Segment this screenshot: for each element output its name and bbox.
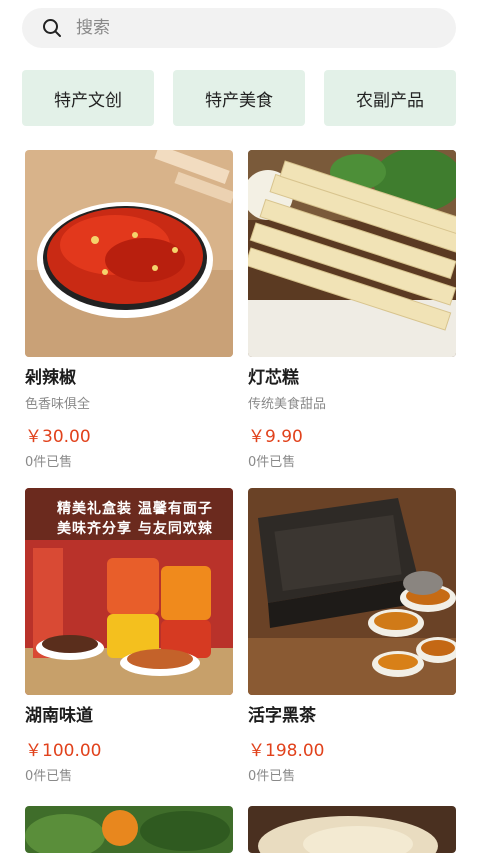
product-image-dish[interactable]: [248, 806, 456, 853]
product-price: ￥9.90: [248, 427, 303, 447]
product-image-chili[interactable]: [25, 150, 233, 357]
product-card[interactable]: 剁辣椒 色香味俱全 ￥30.00 0件已售: [25, 150, 233, 471]
product-description: 传统美食甜品: [248, 397, 327, 412]
product-image-cake[interactable]: [248, 150, 456, 357]
category-button-farm[interactable]: 农副产品: [324, 70, 456, 126]
product-name: 活字黑茶: [248, 706, 316, 726]
search-icon: [42, 18, 62, 38]
category-row: 特产文创 特产美食 农副产品: [22, 70, 456, 126]
product-name: 湖南味道: [25, 706, 93, 726]
product-price: ￥100.00: [25, 741, 102, 761]
product-card[interactable]: 灯芯糕 传统美食甜品 ￥9.90 0件已售: [248, 150, 456, 471]
product-name: 剁辣椒: [25, 368, 76, 388]
product-image-dark-tea[interactable]: [248, 488, 456, 695]
product-card[interactable]: 活字黑茶 ￥198.00 0件已售: [248, 488, 456, 785]
product-image-oranges[interactable]: [25, 806, 233, 853]
product-description: 色香味俱全: [25, 397, 91, 412]
banner-text-line1: 精美礼盒装 温馨有面子: [57, 501, 213, 517]
product-price: ￥198.00: [248, 741, 325, 761]
search-bar[interactable]: [22, 8, 456, 48]
product-card[interactable]: 精美礼盒装 温馨有面子 美味齐分享 与友同欢辣 湖南味道 ￥100.00 0件已…: [25, 488, 233, 785]
banner-text-line2: 美味齐分享 与友同欢辣: [57, 521, 213, 537]
product-sold-count: 0件已售: [25, 455, 73, 470]
product-sold-count: 0件已售: [248, 769, 296, 784]
product-card[interactable]: [248, 806, 456, 853]
category-button-food[interactable]: 特产美食: [173, 70, 305, 126]
product-sold-count: 0件已售: [25, 769, 73, 784]
product-price: ￥30.00: [25, 427, 91, 447]
product-name: 灯芯糕: [248, 368, 299, 388]
category-button-cultural[interactable]: 特产文创: [22, 70, 154, 126]
product-sold-count: 0件已售: [248, 455, 296, 470]
product-card[interactable]: [25, 806, 233, 853]
search-input[interactable]: [74, 17, 418, 39]
product-image-gift-box[interactable]: 精美礼盒装 温馨有面子 美味齐分享 与友同欢辣: [25, 488, 233, 695]
